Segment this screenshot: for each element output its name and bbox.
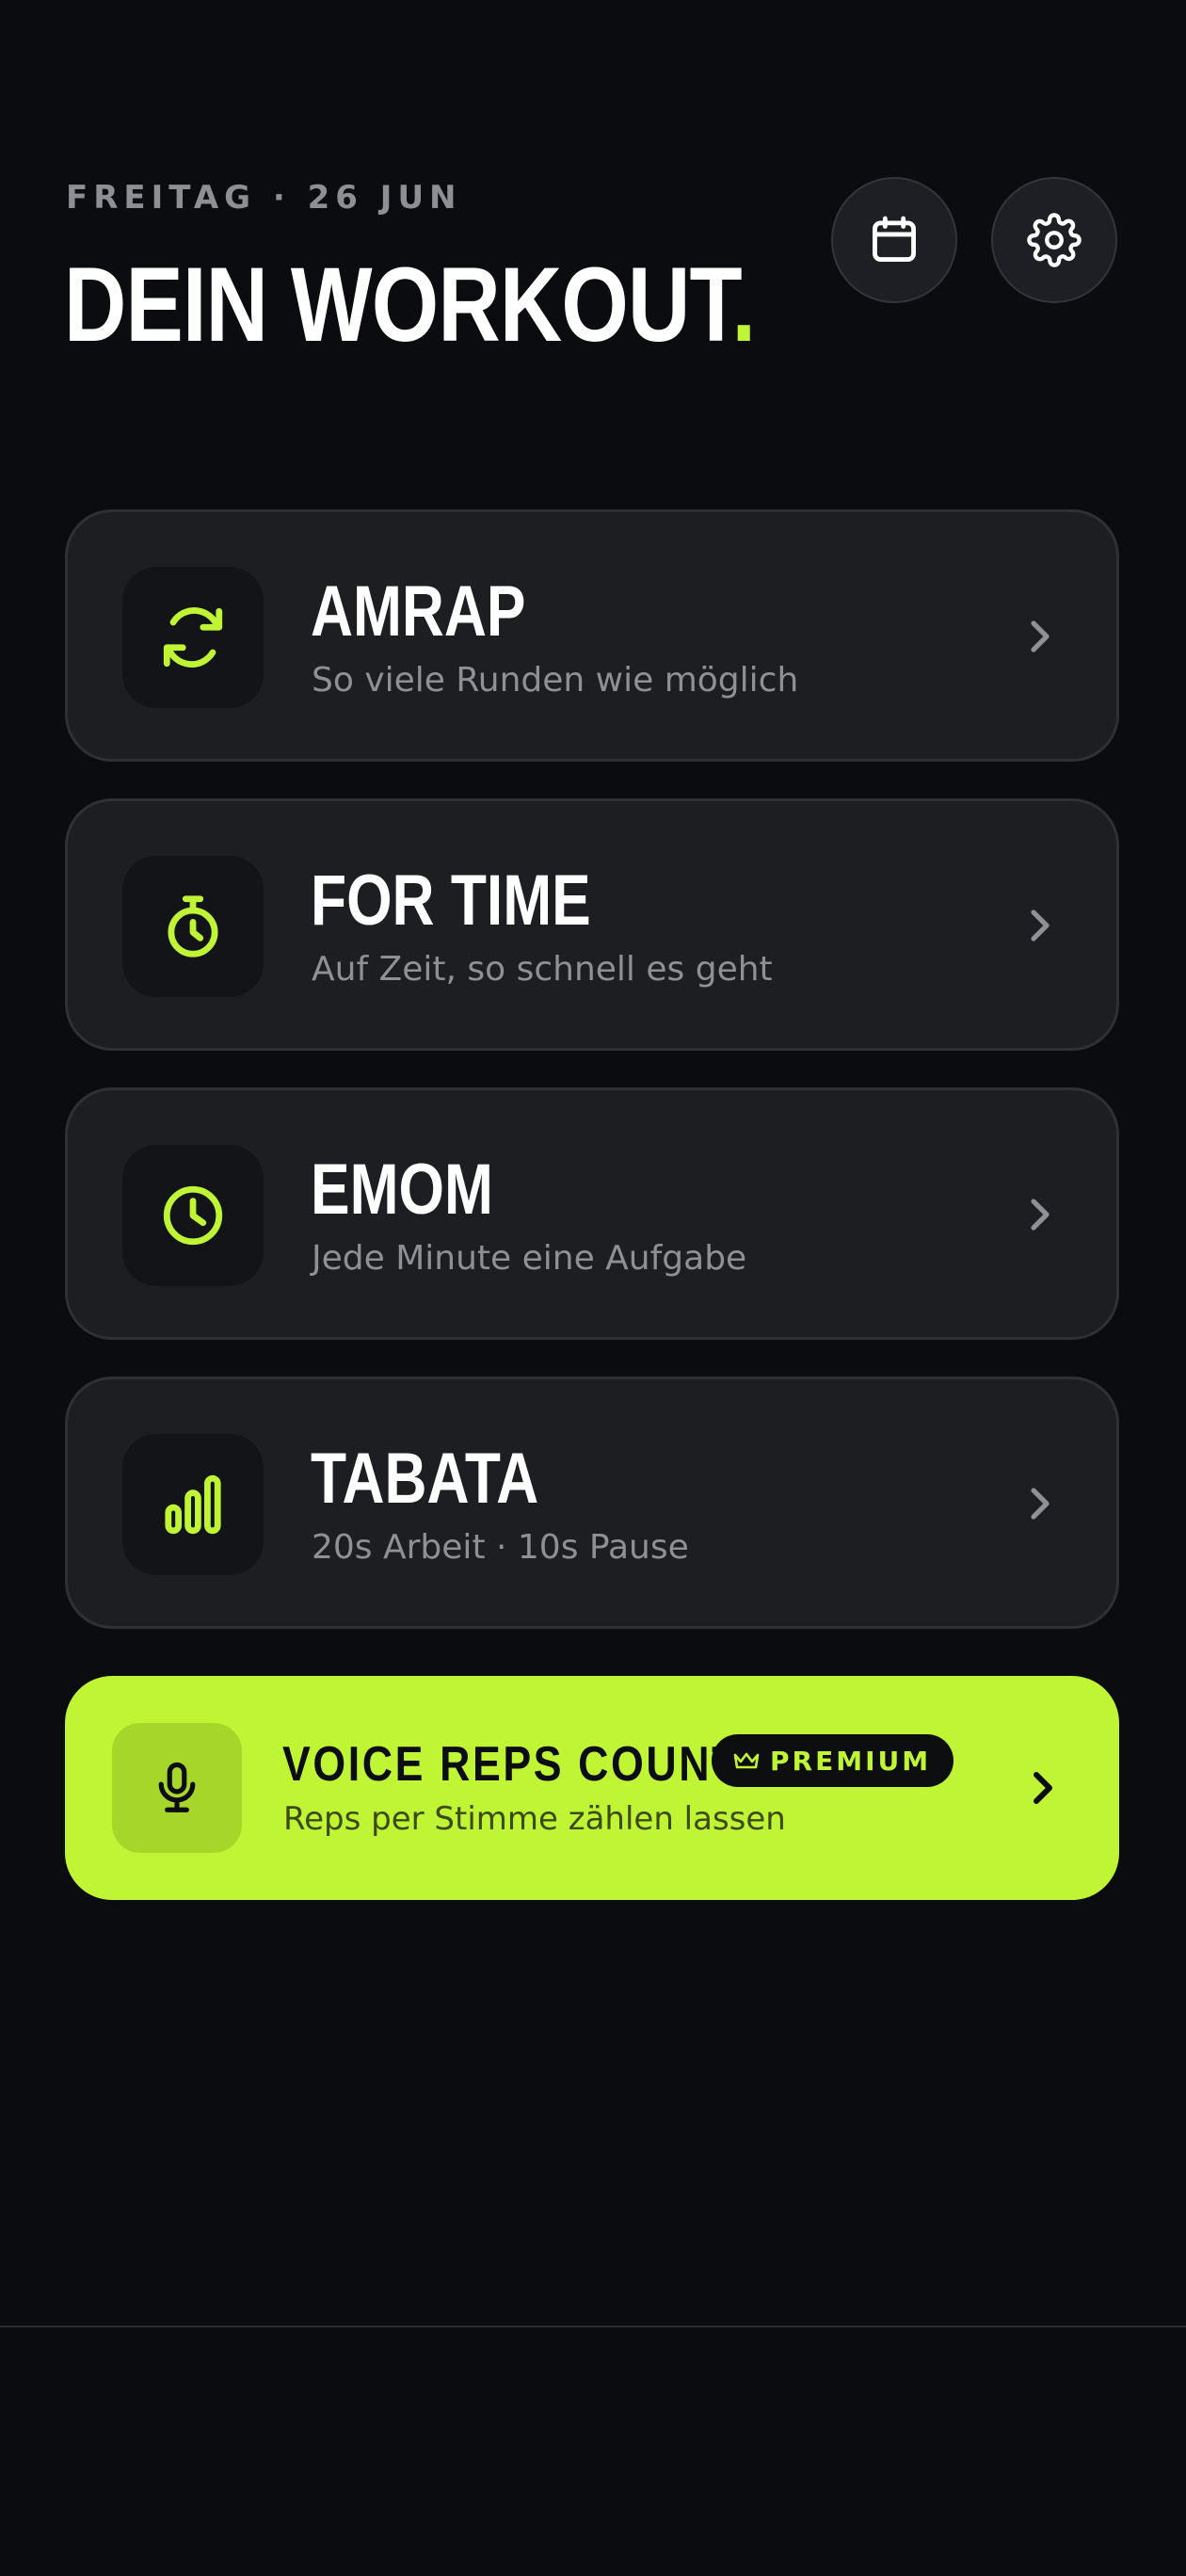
card-title: FOR TIME [311, 861, 591, 941]
workout-card-tabata[interactable]: TABATA 20s Arbeit · 10s Pause [65, 1377, 1119, 1629]
card-icon-box [122, 856, 264, 997]
date-label: FREITAG · 26 JUN [66, 179, 462, 217]
bottom-divider [0, 2326, 1186, 2327]
card-title: AMRAP [311, 572, 526, 652]
card-subtitle: So viele Runden wie möglich [312, 661, 799, 700]
crown-icon [733, 1752, 760, 1769]
stopwatch-icon [168, 895, 218, 958]
chevron-right-icon [1034, 1772, 1052, 1804]
workout-card-for-time[interactable]: FOR TIME Auf Zeit, so schnell es geht [65, 798, 1119, 1051]
workout-card-emom[interactable]: EMOM Jede Minute eine Aufgabe [65, 1087, 1119, 1340]
premium-card-subtitle: Reps per Stimme zählen lassen [283, 1800, 786, 1838]
calendar-button[interactable] [831, 177, 957, 303]
clock-icon [163, 1185, 223, 1246]
card-subtitle: Auf Zeit, so schnell es geht [312, 950, 773, 989]
bars-icon [165, 1474, 221, 1535]
card-icon-box [122, 567, 264, 708]
microphone-icon [158, 1762, 196, 1812]
calendar-icon [873, 216, 916, 262]
card-icon-box [122, 1145, 264, 1286]
chevron-right-icon [1031, 910, 1050, 942]
settings-button[interactable] [991, 177, 1117, 303]
premium-badge-label: PREMIUM [770, 1745, 932, 1777]
chevron-right-icon [1031, 1199, 1050, 1231]
chevron-right-icon [1031, 1488, 1050, 1520]
page-title-text: DEIN WORKOUT [64, 246, 732, 363]
refresh-icon [163, 607, 223, 668]
workout-card-amrap[interactable]: AMRAP So viele Runden wie möglich [65, 509, 1119, 762]
card-subtitle: Jede Minute eine Aufgabe [312, 1239, 747, 1278]
page-title: DEIN WORKOUT. [64, 252, 756, 358]
premium-badge: PREMIUM [712, 1734, 954, 1787]
mic-icon-box [112, 1723, 242, 1853]
card-icon-box [122, 1434, 264, 1575]
voice-reps-counter-card[interactable]: VOICE REPS COUNTER PREMIUM Reps per Stim… [65, 1676, 1119, 1900]
title-accent-dot: . [731, 246, 757, 363]
card-title: EMOM [311, 1150, 493, 1230]
card-subtitle: 20s Arbeit · 10s Pause [312, 1528, 689, 1567]
card-title: TABATA [311, 1439, 539, 1519]
gear-icon [1027, 213, 1082, 267]
chevron-right-icon [1031, 620, 1050, 652]
